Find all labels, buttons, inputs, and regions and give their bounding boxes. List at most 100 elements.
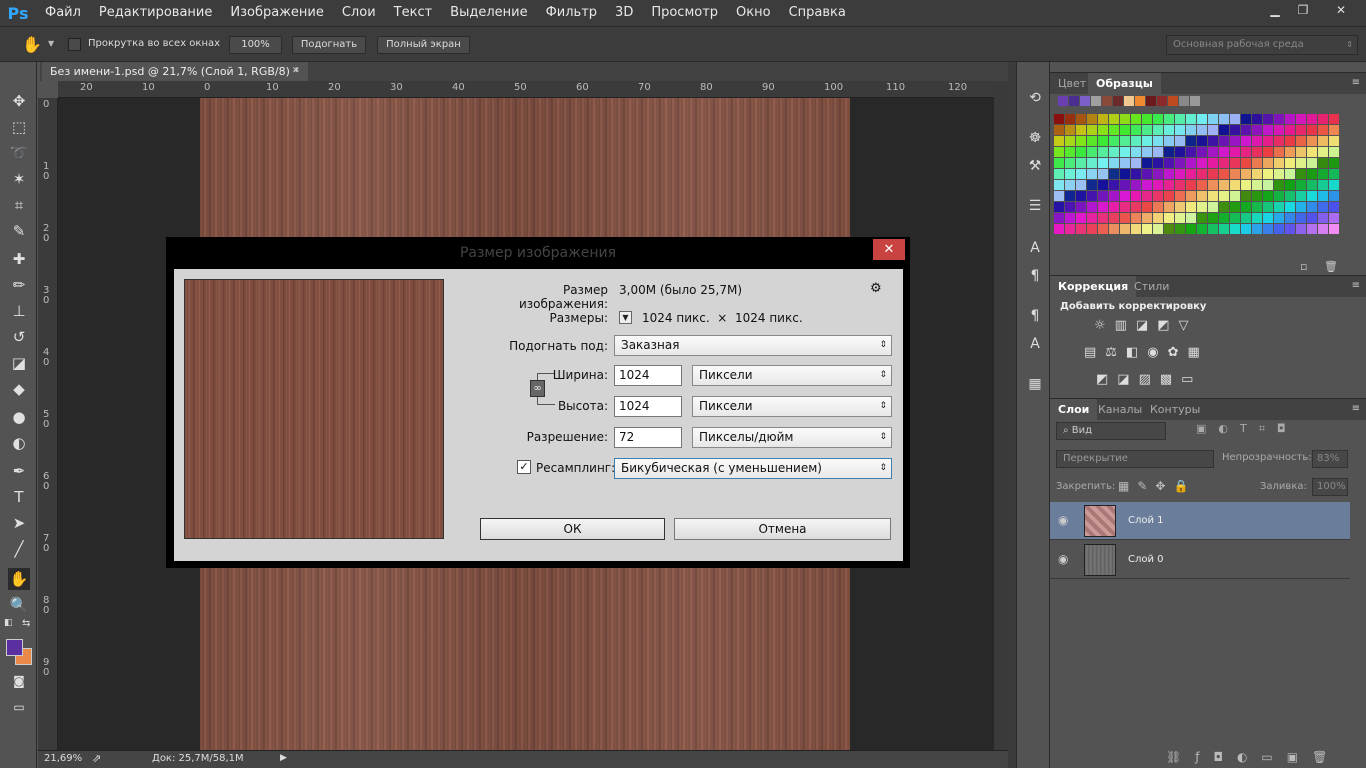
swatch[interactable]	[1087, 136, 1097, 146]
swatch[interactable]	[1065, 136, 1075, 146]
swatch[interactable]	[1318, 169, 1328, 179]
menu-type[interactable]: Текст	[385, 0, 442, 26]
swatch[interactable]	[1274, 114, 1284, 124]
resample-checkbox[interactable]: ✓	[517, 460, 531, 474]
blend-mode-select[interactable]: Перекрытие	[1056, 450, 1214, 468]
swatch[interactable]	[1329, 125, 1339, 135]
swatch[interactable]	[1318, 202, 1328, 212]
swatch[interactable]	[1219, 202, 1229, 212]
swatch[interactable]	[1153, 147, 1163, 157]
swatch[interactable]	[1131, 202, 1141, 212]
swatch[interactable]	[1329, 224, 1339, 234]
swatch[interactable]	[1065, 180, 1075, 190]
panel-menu-icon[interactable]: ≡	[1352, 280, 1360, 291]
dodge-icon[interactable]: ◐	[8, 432, 30, 454]
swatch[interactable]	[1274, 224, 1284, 234]
swatch[interactable]	[1219, 180, 1229, 190]
swap-colors-icon[interactable]: ⇆	[22, 618, 30, 629]
swatch[interactable]	[1285, 213, 1295, 223]
swatch[interactable]	[1186, 180, 1196, 190]
swatch[interactable]	[1120, 114, 1130, 124]
swatch[interactable]	[1175, 169, 1185, 179]
swatch[interactable]	[1274, 213, 1284, 223]
swatch[interactable]	[1142, 213, 1152, 223]
brush-panel-icon[interactable]: ⚒	[1025, 156, 1045, 176]
healing-icon[interactable]: ✚	[8, 248, 30, 270]
swatch[interactable]	[1296, 158, 1306, 168]
swatch[interactable]	[1109, 180, 1119, 190]
swatch[interactable]	[1285, 191, 1295, 201]
swatch[interactable]	[1153, 114, 1163, 124]
swatch[interactable]	[1054, 213, 1064, 223]
swatch[interactable]	[1318, 114, 1328, 124]
swatch[interactable]	[1069, 96, 1079, 106]
swatch[interactable]	[1241, 213, 1251, 223]
swatch[interactable]	[1113, 96, 1123, 106]
swatch[interactable]	[1153, 125, 1163, 135]
adjustment-icons-row-2[interactable]: ▤⚖◧◉✿▦	[1084, 345, 1234, 365]
swatch[interactable]	[1230, 136, 1240, 146]
layers-bottom-toolbar[interactable]: ⛓ƒ◘◐▭▣🗑	[1166, 750, 1366, 766]
swatch[interactable]	[1208, 224, 1218, 234]
swatch[interactable]	[1230, 224, 1240, 234]
swatch[interactable]	[1263, 169, 1273, 179]
swatch[interactable]	[1142, 147, 1152, 157]
swatch[interactable]	[1076, 202, 1086, 212]
swatch[interactable]	[1252, 224, 1262, 234]
layer-filter-icons[interactable]: ▣◐T⌗◘	[1196, 422, 1336, 440]
swatch[interactable]	[1241, 202, 1251, 212]
swatch[interactable]	[1197, 136, 1207, 146]
swatch[interactable]	[1098, 147, 1108, 157]
swatch[interactable]	[1109, 125, 1119, 135]
marquee-icon[interactable]: ⬚	[8, 116, 30, 138]
swatch[interactable]	[1146, 96, 1156, 106]
swatch[interactable]	[1186, 136, 1196, 146]
image-preview[interactable]	[184, 279, 444, 539]
swatch[interactable]	[1296, 224, 1306, 234]
width-input[interactable]: 1024	[614, 365, 682, 386]
swatch[interactable]	[1252, 136, 1262, 146]
swatch[interactable]	[1186, 202, 1196, 212]
swatch[interactable]	[1274, 180, 1284, 190]
menu-select[interactable]: Выделение	[441, 0, 536, 26]
swatch[interactable]	[1153, 202, 1163, 212]
swatch[interactable]	[1087, 125, 1097, 135]
menu-layers[interactable]: Слои	[333, 0, 385, 26]
swatch[interactable]	[1274, 147, 1284, 157]
swatch[interactable]	[1175, 202, 1185, 212]
swatch[interactable]	[1120, 213, 1130, 223]
swatch[interactable]	[1307, 213, 1317, 223]
swatch[interactable]	[1120, 158, 1130, 168]
swatch[interactable]	[1219, 136, 1229, 146]
swatch[interactable]	[1285, 147, 1295, 157]
menu-window[interactable]: Окно	[727, 0, 780, 26]
delete-swatch-icon[interactable]: 🗑	[1324, 260, 1338, 273]
swatch[interactable]	[1054, 158, 1064, 168]
visibility-eye-icon[interactable]: ◉	[1058, 552, 1068, 566]
swatch[interactable]	[1098, 180, 1108, 190]
swatch[interactable]	[1285, 202, 1295, 212]
swatch[interactable]	[1285, 180, 1295, 190]
zoom-level[interactable]: 21,69%	[44, 753, 82, 764]
layer-row-sloy-0[interactable]: ◉ Слой 0	[1050, 541, 1350, 579]
swatch[interactable]	[1230, 169, 1240, 179]
swatch[interactable]	[1197, 114, 1207, 124]
swatch[interactable]	[1175, 114, 1185, 124]
swatch[interactable]	[1307, 158, 1317, 168]
swatch[interactable]	[1329, 158, 1339, 168]
pen-icon[interactable]: ✒	[8, 460, 30, 482]
swatch[interactable]	[1186, 114, 1196, 124]
workspace-select[interactable]: Основная рабочая среда ⇕	[1166, 35, 1358, 55]
swatch[interactable]	[1120, 202, 1130, 212]
zoom-icon[interactable]: 🔍	[8, 594, 30, 616]
magic-wand-icon[interactable]: ✶	[8, 168, 30, 190]
swatch[interactable]	[1307, 191, 1317, 201]
swatch[interactable]	[1164, 191, 1174, 201]
swatch[interactable]	[1296, 114, 1306, 124]
swatch[interactable]	[1098, 169, 1108, 179]
swatch[interactable]	[1296, 213, 1306, 223]
swatch[interactable]	[1109, 158, 1119, 168]
swatch[interactable]	[1230, 147, 1240, 157]
swatch[interactable]	[1208, 202, 1218, 212]
fill-input[interactable]: 100%	[1312, 478, 1348, 496]
